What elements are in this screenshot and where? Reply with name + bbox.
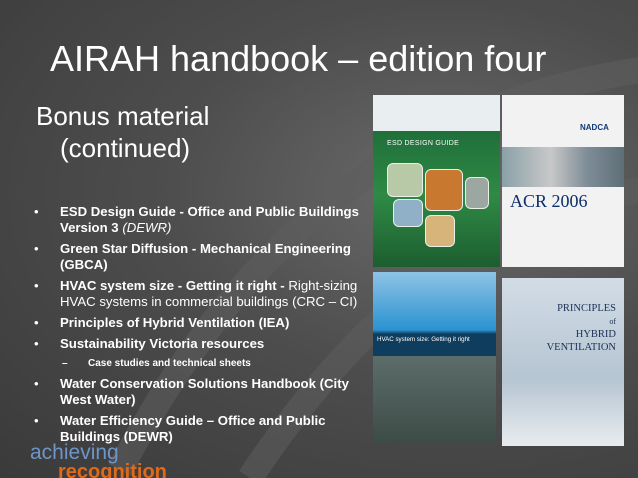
bullet-item: ESD Design Guide - Office and Public Bui… [34, 204, 374, 236]
slide-title: AIRAH handbook – edition four [50, 38, 547, 79]
bullet-text: ESD Design Guide - Office and Public Bui… [60, 204, 359, 235]
bullet-item: Sustainability Victoria resources [34, 336, 374, 352]
subtitle-line-2: (continued) [60, 133, 191, 163]
bullet-item: Water Conservation Solutions Handbook (C… [34, 376, 374, 408]
slide: AIRAH handbook – edition four Bonus mate… [0, 0, 638, 478]
bullet-text: Water Conservation Solutions Handbook (C… [60, 376, 349, 407]
slide-subtitle: Bonus material (continued) [36, 100, 209, 164]
acr-cover-title: ACR 2006 [510, 191, 588, 211]
esd-cover-photos [387, 163, 489, 253]
bullet-source: (DEWR) [122, 220, 172, 235]
hybrid-cover-title: PRINCIPLES of HYBRID VENTILATION [546, 303, 616, 353]
bullet-text: Water Efficiency Guide – Office and Publ… [60, 413, 326, 444]
hybrid-ventilation-cover: PRINCIPLES of HYBRID VENTILATION [502, 278, 624, 446]
bullet-list: ESD Design Guide - Office and Public Bui… [34, 204, 374, 450]
bullet-item: Principles of Hybrid Ventilation (IEA) [34, 315, 374, 331]
bullet-item: Green Star Diffusion - Mechanical Engine… [34, 241, 374, 273]
hvac-system-size-cover: HVAC system size: Getting it right [373, 272, 496, 444]
footer-line-2: recognition [58, 461, 167, 478]
bullet-text: HVAC system size - Getting it right - [60, 278, 285, 293]
bullet-text: Principles of Hybrid Ventilation (IEA) [60, 315, 290, 330]
nadca-logo: NADCA [580, 123, 609, 132]
acr-2006-cover: NADCA ACR 2006 [502, 95, 624, 267]
esd-design-guide-cover: ESD DESIGN GUIDE [373, 95, 500, 267]
subtitle-line-1: Bonus material [36, 101, 210, 131]
esd-cover-title: ESD DESIGN GUIDE [387, 140, 460, 147]
achieving-recognition-logo: achieving recognition [30, 442, 167, 478]
bullet-item: HVAC system size - Getting it right - Ri… [34, 278, 374, 310]
bullet-text: Green Star Diffusion - Mechanical Engine… [60, 241, 351, 272]
hvac-cover-title: HVAC system size: Getting it right [377, 336, 470, 343]
acr-cover-photo [502, 147, 624, 187]
sub-bullet-item: Case studies and technical sheets [34, 357, 374, 370]
bullet-text: Sustainability Victoria resources [60, 336, 265, 351]
